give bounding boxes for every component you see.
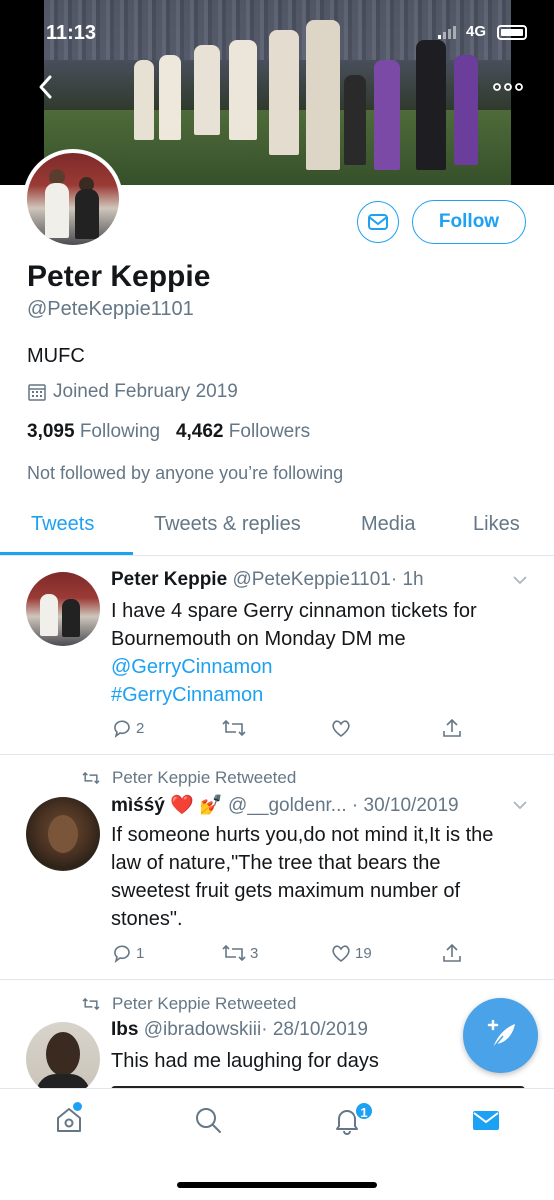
profile-avatar[interactable] <box>23 149 123 249</box>
share-button[interactable] <box>441 717 463 739</box>
tweet-actions: 2 <box>111 717 471 743</box>
retweet-icon <box>222 944 246 962</box>
share-icon <box>443 718 461 737</box>
tweet-actions: 1 3 19 <box>111 942 471 968</box>
nav-search[interactable] <box>193 1105 223 1140</box>
retweet-icon <box>82 997 100 1011</box>
tweet-text: If someone hurts you,do not mind it,It i… <box>111 824 494 930</box>
nav-messages[interactable] <box>471 1105 501 1140</box>
tweet-item[interactable]: Peter Keppie Retweeted mìśśý ❤️ 💅 @__gol… <box>0 755 554 980</box>
share-icon <box>443 943 461 962</box>
calendar-icon <box>28 384 46 401</box>
retweet-button[interactable] <box>221 717 247 739</box>
following-link[interactable]: 3,095 Following <box>27 421 160 442</box>
tab-likes[interactable]: Likes <box>473 513 520 536</box>
tab-tweets[interactable]: Tweets <box>31 513 94 536</box>
reply-button[interactable]: 2 <box>111 717 144 739</box>
messages-icon <box>473 1111 499 1130</box>
tweet-hashtag-link[interactable]: #GerryCinnamon <box>111 681 531 709</box>
tweet-time: · 1h <box>390 569 424 590</box>
profile-handle: @PeteKeppie1101 <box>27 298 194 320</box>
home-indicator <box>177 1182 377 1188</box>
active-tab-indicator <box>0 552 133 555</box>
home-new-dot <box>73 1102 82 1111</box>
profile-bio: MUFC <box>27 345 85 367</box>
mail-icon <box>368 214 388 230</box>
tweet-header: mìśśý ❤️ 💅 @__goldenr... · 30/10/2019 <box>111 793 459 817</box>
tab-tweets-replies[interactable]: Tweets & replies <box>154 513 301 536</box>
back-arrow-icon[interactable] <box>36 72 62 102</box>
retweeted-by: Peter Keppie Retweeted <box>80 994 296 1014</box>
tweet-avatar[interactable] <box>26 1022 100 1096</box>
joined-date: Joined February 2019 <box>27 381 238 403</box>
tweet-author-name: Peter Keppie <box>111 569 228 590</box>
tweet-author-name: Ibs <box>111 1019 139 1040</box>
tweet-item[interactable]: Peter Keppie @PeteKeppie1101· 1h I have … <box>0 556 554 755</box>
tweet-author-name: mìśśý ❤️ 💅 <box>111 795 223 816</box>
retweet-icon <box>222 719 246 737</box>
tweet-avatar[interactable] <box>26 572 100 646</box>
retweet-icon <box>82 771 100 785</box>
notifications-badge: 1 <box>354 1101 374 1121</box>
chevron-down-icon[interactable] <box>512 797 528 813</box>
tweet-author-handle: @ibradowskiii <box>143 1019 262 1040</box>
more-icon[interactable] <box>493 76 523 97</box>
reply-icon <box>114 720 130 738</box>
tweet-mention-link[interactable]: @GerryCinnamon <box>111 653 531 681</box>
tweet-header: Ibs @ibradowskiii· 28/10/2019 <box>111 1019 368 1041</box>
retweeted-by: Peter Keppie Retweeted <box>80 768 296 788</box>
retweet-button[interactable]: 3 <box>221 942 258 964</box>
status-bar: 11:13 4G <box>0 0 554 50</box>
reply-button[interactable]: 1 <box>111 942 144 964</box>
tweet-author-handle: @PeteKeppie1101 <box>232 569 391 590</box>
tweet-avatar[interactable] <box>26 797 100 871</box>
compose-tweet-button[interactable] <box>463 998 538 1073</box>
like-icon <box>332 945 350 963</box>
profile-name: Peter Keppie <box>27 260 211 293</box>
tweet-time: · 28/10/2019 <box>261 1019 368 1040</box>
tweet-time: · 30/10/2019 <box>351 795 459 816</box>
chevron-down-icon[interactable] <box>512 572 528 588</box>
share-button[interactable] <box>441 942 463 964</box>
network-type: 4G <box>466 23 487 40</box>
tab-media[interactable]: Media <box>361 513 415 536</box>
tweet-text: I have 4 spare Gerry cinnamon tickets fo… <box>111 597 531 709</box>
reply-icon <box>114 945 130 963</box>
battery-icon <box>497 25 527 40</box>
follow-stats: 3,095 Following 4,462 Followers <box>27 421 310 443</box>
like-icon <box>332 720 350 738</box>
search-icon <box>196 1108 221 1133</box>
like-button[interactable] <box>330 717 352 739</box>
tweet-header: Peter Keppie @PeteKeppie1101· 1h <box>111 569 424 591</box>
followers-link[interactable]: 4,462 Followers <box>176 421 310 442</box>
signal-icon <box>438 26 456 39</box>
status-time: 11:13 <box>46 22 97 44</box>
joined-label: Joined February 2019 <box>53 381 238 402</box>
compose-tweet-icon <box>487 1019 515 1049</box>
message-button[interactable] <box>357 201 399 243</box>
like-button[interactable]: 19 <box>330 942 372 964</box>
tweet-author-handle: @__goldenr... <box>228 795 347 816</box>
followed-by-note: Not followed by anyone you’re following <box>27 463 344 483</box>
follow-button[interactable]: Follow <box>412 200 526 244</box>
profile-tabs: Tweets Tweets & replies Media Likes <box>0 500 554 556</box>
